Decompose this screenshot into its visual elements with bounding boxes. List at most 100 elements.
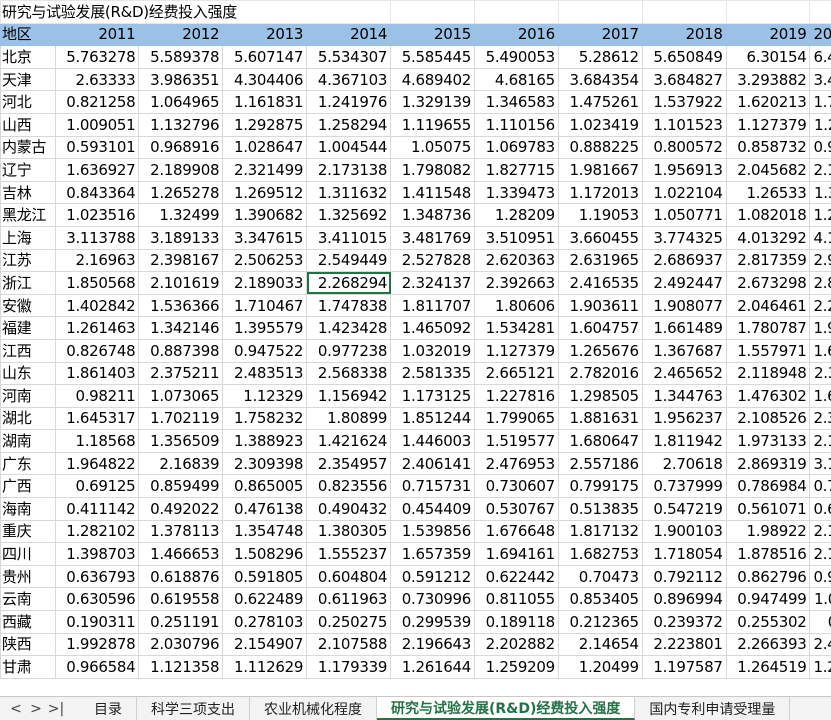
- value-cell[interactable]: 5.650849: [642, 46, 726, 69]
- region-cell[interactable]: 辽宁: [1, 159, 56, 182]
- header-year[interactable]: 2015: [391, 23, 475, 46]
- region-cell[interactable]: 黑龙江: [1, 204, 56, 227]
- sheet-tab[interactable]: 农业机械化程度: [250, 697, 377, 720]
- value-cell[interactable]: 1.75: [810, 91, 831, 114]
- cell[interactable]: [726, 1, 810, 24]
- value-cell[interactable]: 0.792112: [642, 565, 726, 588]
- value-cell[interactable]: 0.212365: [558, 611, 642, 634]
- value-cell[interactable]: 2.70618: [642, 452, 726, 475]
- value-cell[interactable]: 0.896994: [642, 588, 726, 611]
- value-cell[interactable]: 0.811055: [474, 588, 558, 611]
- sheet-tab[interactable]: 目录: [80, 697, 137, 720]
- cell[interactable]: [558, 1, 642, 24]
- value-cell[interactable]: 1.466653: [139, 543, 223, 566]
- value-cell[interactable]: 1.620213: [726, 91, 810, 114]
- value-cell[interactable]: 0.947499: [726, 588, 810, 611]
- value-cell[interactable]: 2.046461: [726, 294, 810, 317]
- value-cell[interactable]: 1.973133: [726, 430, 810, 453]
- value-cell[interactable]: 5.607147: [223, 46, 307, 69]
- value-cell[interactable]: 3.510951: [474, 226, 558, 249]
- value-cell[interactable]: 2.31: [810, 407, 831, 430]
- value-cell[interactable]: 1.878516: [726, 543, 810, 566]
- value-cell[interactable]: 2.15: [810, 430, 831, 453]
- region-cell[interactable]: 甘肃: [1, 656, 56, 679]
- value-cell[interactable]: 0.411142: [55, 498, 139, 521]
- value-cell[interactable]: 2.309398: [223, 452, 307, 475]
- header-year[interactable]: 2016: [474, 23, 558, 46]
- value-cell[interactable]: 1.26: [810, 204, 831, 227]
- value-cell[interactable]: 0.947522: [223, 339, 307, 362]
- region-cell[interactable]: 福建: [1, 317, 56, 340]
- value-cell[interactable]: 1.26533: [726, 181, 810, 204]
- value-cell[interactable]: 0.968916: [139, 136, 223, 159]
- value-cell[interactable]: 1.132796: [139, 113, 223, 136]
- value-cell[interactable]: 1.265676: [558, 339, 642, 362]
- value-cell[interactable]: 2.108526: [726, 407, 810, 430]
- value-cell[interactable]: 1.329139: [391, 91, 475, 114]
- region-cell[interactable]: 四川: [1, 543, 56, 566]
- value-cell[interactable]: 2.476953: [474, 452, 558, 475]
- value-cell[interactable]: 1.534281: [474, 317, 558, 340]
- value-cell[interactable]: 2.869319: [726, 452, 810, 475]
- value-cell[interactable]: 1.0: [810, 588, 831, 611]
- sheet-tab-active[interactable]: 研究与试验发展(R&D)经费投入强度: [377, 697, 635, 720]
- value-cell[interactable]: 2.354957: [307, 452, 391, 475]
- value-cell[interactable]: 3.986351: [139, 68, 223, 91]
- region-cell[interactable]: 海南: [1, 498, 56, 521]
- value-cell[interactable]: 1.981667: [558, 159, 642, 182]
- value-cell[interactable]: 1.388923: [223, 430, 307, 453]
- value-cell[interactable]: 1.241976: [307, 91, 391, 114]
- value-cell[interactable]: 1.119655: [391, 113, 475, 136]
- value-cell[interactable]: 1.367687: [642, 339, 726, 362]
- region-cell[interactable]: 浙江: [1, 272, 56, 295]
- value-cell[interactable]: 0.800572: [642, 136, 726, 159]
- value-cell[interactable]: 1.98922: [726, 520, 810, 543]
- value-cell[interactable]: 2.392663: [474, 272, 558, 295]
- value-cell[interactable]: 0.93: [810, 136, 831, 159]
- value-cell[interactable]: 3.14: [810, 452, 831, 475]
- value-cell[interactable]: 1.395579: [223, 317, 307, 340]
- region-cell[interactable]: 江苏: [1, 249, 56, 272]
- spreadsheet-grid[interactable]: 研究与试验发展(R&D)经费投入强度 地区2011201220132014201…: [0, 0, 831, 696]
- value-cell[interactable]: 0.476138: [223, 498, 307, 521]
- value-cell[interactable]: 0.69125: [55, 475, 139, 498]
- value-cell[interactable]: 0.630596: [55, 588, 139, 611]
- value-cell[interactable]: 1.604757: [558, 317, 642, 340]
- sheet-tab[interactable]: 科学三项支出: [137, 697, 250, 720]
- value-cell[interactable]: 2.782016: [558, 362, 642, 385]
- value-cell[interactable]: 2.030796: [139, 633, 223, 656]
- value-cell[interactable]: 1.421624: [307, 430, 391, 453]
- value-cell[interactable]: 2.28: [810, 294, 831, 317]
- value-cell[interactable]: 0.618876: [139, 565, 223, 588]
- value-cell[interactable]: 2.406141: [391, 452, 475, 475]
- value-cell[interactable]: 1.023419: [558, 113, 642, 136]
- value-cell[interactable]: 1.557971: [726, 339, 810, 362]
- header-region[interactable]: 地区: [1, 23, 56, 46]
- value-cell[interactable]: 1.282102: [55, 520, 139, 543]
- value-cell[interactable]: 2.673298: [726, 272, 810, 295]
- region-cell[interactable]: 北京: [1, 46, 56, 69]
- value-cell[interactable]: 1.475261: [558, 91, 642, 114]
- value-cell[interactable]: 2.568338: [307, 362, 391, 385]
- value-cell[interactable]: 0.786984: [726, 475, 810, 498]
- value-cell[interactable]: 1.050771: [642, 204, 726, 227]
- value-cell[interactable]: 0.490432: [307, 498, 391, 521]
- sheet-tab[interactable]: 国内专利申请受理量: [635, 697, 790, 720]
- value-cell[interactable]: 1.292875: [223, 113, 307, 136]
- value-cell[interactable]: 0.622442: [474, 565, 558, 588]
- value-cell[interactable]: 3.347615: [223, 226, 307, 249]
- region-cell[interactable]: 内蒙古: [1, 136, 56, 159]
- value-cell[interactable]: 2.189908: [139, 159, 223, 182]
- value-cell[interactable]: 2.492447: [642, 272, 726, 295]
- value-cell[interactable]: 1.28209: [474, 204, 558, 227]
- value-cell[interactable]: 1.112629: [223, 656, 307, 679]
- value-cell[interactable]: 0.593101: [55, 136, 139, 159]
- value-cell[interactable]: 5.28612: [558, 46, 642, 69]
- value-cell[interactable]: 1.298505: [558, 385, 642, 408]
- value-cell[interactable]: 2.817359: [726, 249, 810, 272]
- header-year[interactable]: 2011: [55, 23, 139, 46]
- value-cell[interactable]: 1.156942: [307, 385, 391, 408]
- value-cell[interactable]: 1.348736: [391, 204, 475, 227]
- value-cell[interactable]: 1.476302: [726, 385, 810, 408]
- value-cell[interactable]: 0: [810, 611, 831, 634]
